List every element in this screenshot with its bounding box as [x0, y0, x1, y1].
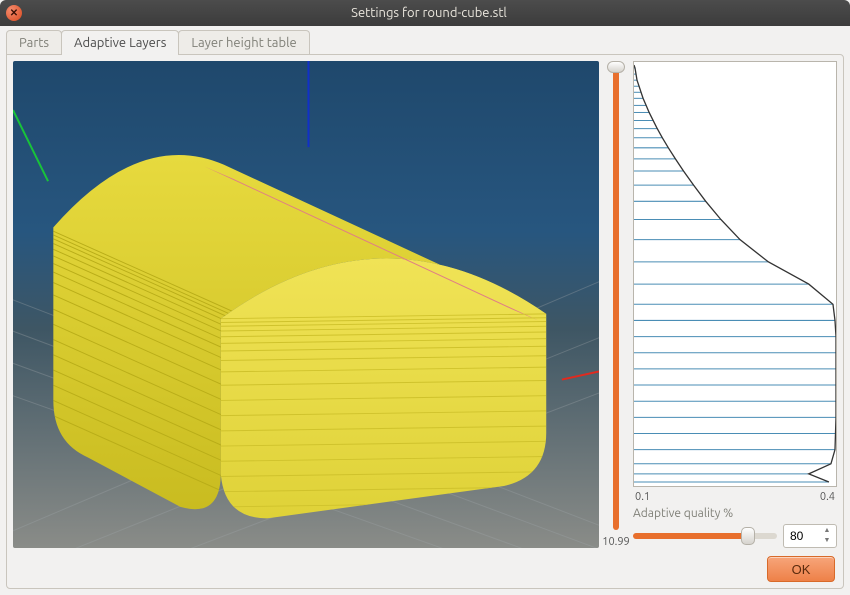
window-title: Settings for round-cube.stl — [30, 6, 828, 20]
tab-panel: 10.99 — [6, 54, 844, 589]
ok-button[interactable]: OK — [767, 556, 835, 582]
tab-adaptive-layers[interactable]: Adaptive Layers — [61, 30, 179, 55]
quality-label: Adaptive quality % — [633, 507, 837, 520]
axes-gizmo — [13, 61, 599, 548]
tab-layer-height-table[interactable]: Layer height table — [178, 30, 309, 55]
settings-window: ✕ Settings for round-cube.stl Parts Adap… — [0, 0, 850, 595]
close-icon[interactable]: ✕ — [6, 5, 22, 21]
content-area: Parts Adaptive Layers Layer height table — [0, 26, 850, 595]
height-slider-thumb[interactable] — [607, 61, 625, 73]
chart-axis-min: 0.1 — [635, 491, 650, 503]
chart-x-axis: 0.1 0.4 — [633, 491, 837, 503]
layer-height-chart — [633, 61, 837, 487]
height-slider[interactable] — [613, 65, 619, 530]
tab-parts[interactable]: Parts — [6, 30, 62, 55]
quality-row: ▲ ▼ — [633, 524, 837, 548]
titlebar: ✕ Settings for round-cube.stl — [0, 0, 850, 26]
3d-viewport[interactable] — [13, 61, 599, 548]
model-preview — [36, 119, 575, 518]
quality-input[interactable] — [790, 529, 818, 543]
chart-axis-max: 0.4 — [820, 491, 835, 503]
tabs: Parts Adaptive Layers Layer height table — [6, 30, 844, 55]
quality-spinbox[interactable]: ▲ ▼ — [783, 524, 837, 548]
height-slider-wrap: 10.99 — [605, 61, 627, 548]
floor-grid — [13, 61, 599, 548]
quality-slider[interactable] — [633, 533, 777, 539]
right-column: 10.99 — [605, 61, 837, 548]
dialog-footer: OK — [767, 556, 835, 582]
chart-column: 0.1 0.4 Adaptive quality % ▲ — [633, 61, 837, 548]
quality-slider-thumb[interactable] — [741, 527, 755, 545]
height-slider-value: 10.99 — [602, 536, 630, 548]
spin-up-icon[interactable]: ▲ — [820, 526, 834, 536]
spin-down-icon[interactable]: ▼ — [820, 536, 834, 546]
